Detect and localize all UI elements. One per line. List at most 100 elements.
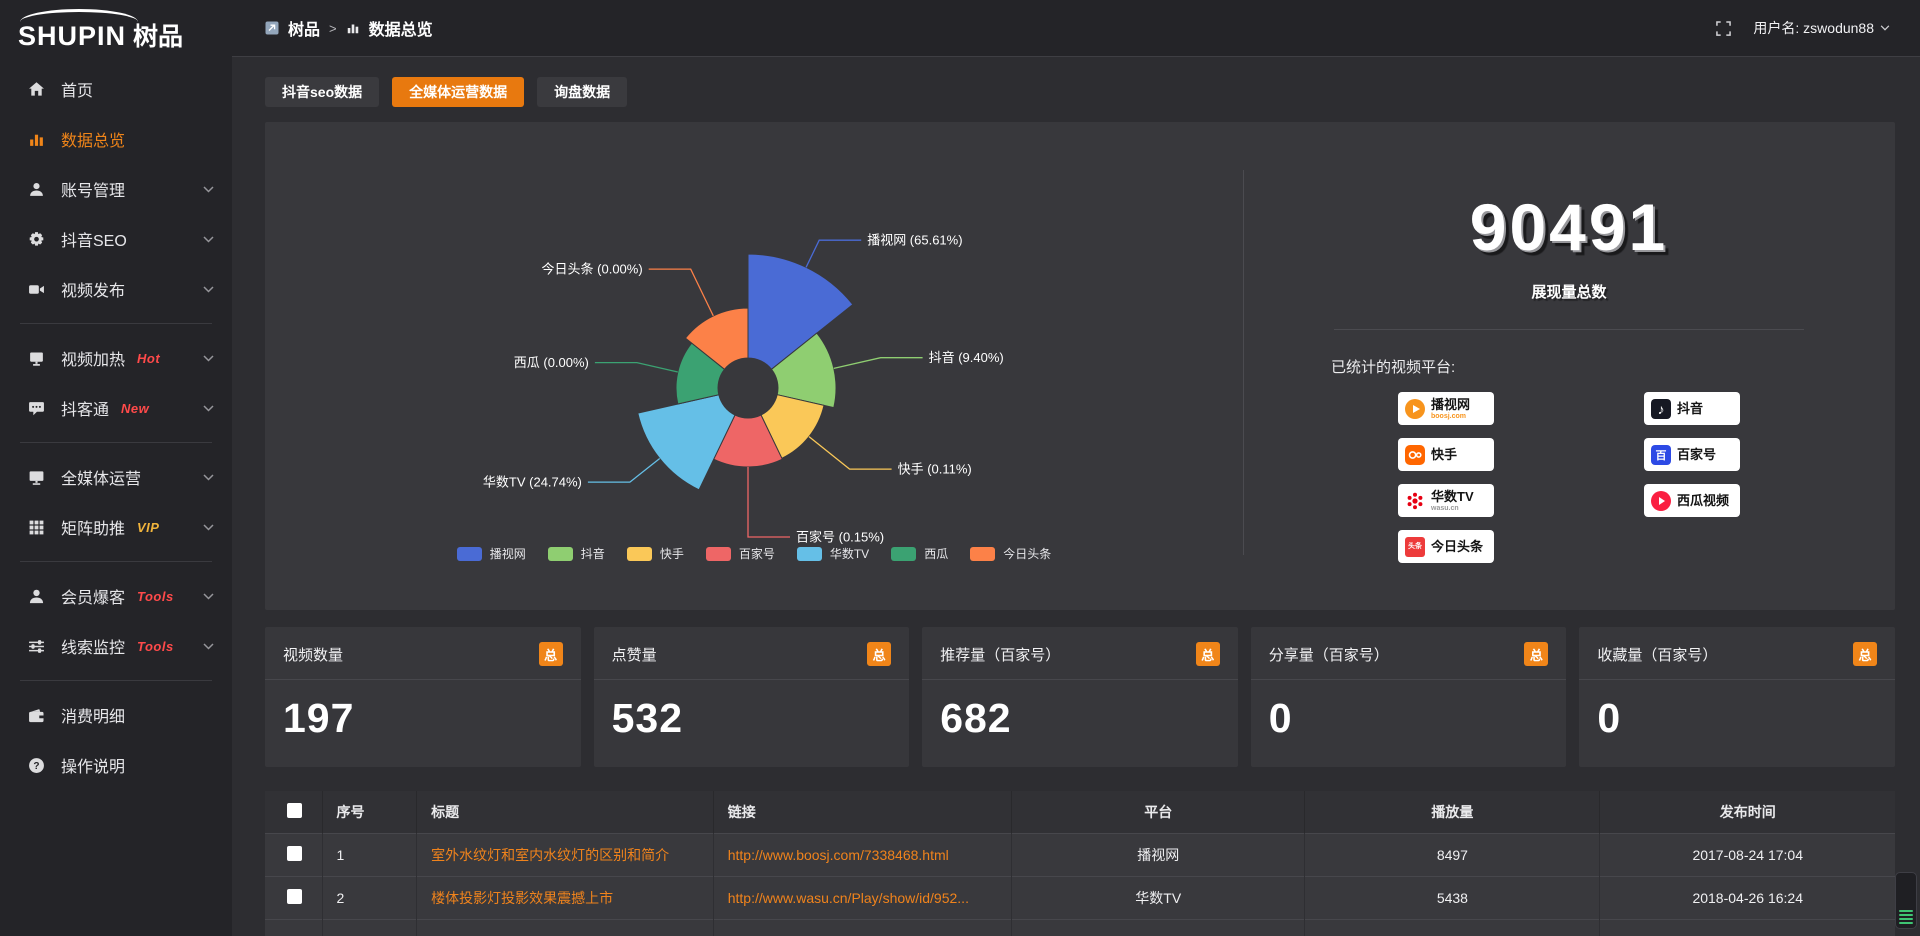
tab-1[interactable]: 全媒体运营数据 bbox=[392, 77, 524, 107]
floating-side-widget[interactable] bbox=[1895, 872, 1917, 929]
sidebar-divider bbox=[20, 561, 212, 562]
breadcrumb: 树品 > 数据总览 bbox=[265, 16, 433, 40]
video-url-link[interactable]: http://www.wasu.cn/Play/show/id/952... bbox=[728, 890, 969, 906]
pie-label: 百家号 (0.15%) bbox=[796, 530, 884, 545]
sidebar-item-home[interactable]: 首页 bbox=[0, 64, 232, 114]
sidebar-item-badge: New bbox=[121, 401, 149, 416]
platform-name: 华数TV bbox=[1431, 490, 1474, 503]
legend-item-百家号[interactable]: 百家号 bbox=[706, 545, 775, 562]
cell-plays: 8497 bbox=[1305, 833, 1600, 876]
sidebar-item-overview[interactable]: 数据总览 bbox=[0, 114, 232, 164]
breadcrumb-root[interactable]: 树品 bbox=[288, 16, 320, 40]
legend-item-今日头条[interactable]: 今日头条 bbox=[970, 545, 1051, 562]
sidebar-item-label: 操作说明 bbox=[61, 753, 125, 777]
platform-badge-播视网: 播视网boosj.com bbox=[1398, 392, 1494, 425]
sidebar-item-guide[interactable]: ? 操作说明 bbox=[0, 740, 232, 790]
platform-kuaishou-icon bbox=[1405, 445, 1425, 465]
stat-card-header: 推荐量（百家号）总 bbox=[922, 627, 1238, 680]
table-header-3: 平台 bbox=[1012, 791, 1305, 833]
sidebar-item-badge: Tools bbox=[137, 589, 174, 604]
cell-link: http://www.boosj.com/7338468.html bbox=[713, 833, 1011, 876]
cell-empty bbox=[1305, 919, 1600, 936]
chevron-down-icon bbox=[203, 524, 214, 531]
user-menu[interactable]: 用户名: zswodun88 bbox=[1753, 18, 1890, 38]
cell-platform: 华数TV bbox=[1012, 876, 1305, 919]
platform-badge-快手: 快手 bbox=[1398, 438, 1494, 471]
sidebar-item-clue[interactable]: 线索监控 Tools bbox=[0, 621, 232, 671]
pie-label-line bbox=[588, 459, 660, 483]
stat-card-header: 视频数量总 bbox=[265, 627, 581, 680]
sidebar-item-publish[interactable]: 视频发布 bbox=[0, 264, 232, 314]
tab-2[interactable]: 询盘数据 bbox=[537, 77, 627, 107]
platform-name-wrap: 快手 bbox=[1431, 448, 1457, 461]
sidebar-item-heat[interactable]: 视频加热Hot bbox=[0, 333, 232, 383]
tab-0[interactable]: 抖音seo数据 bbox=[265, 77, 379, 107]
sidebar-divider bbox=[20, 680, 212, 681]
sidebar-item-label: 会员爆客 bbox=[61, 584, 125, 608]
chevron-down-icon bbox=[203, 474, 214, 481]
breadcrumb-current: 数据总览 bbox=[369, 16, 433, 40]
legend-item-西瓜[interactable]: 西瓜 bbox=[891, 545, 948, 562]
sidebar-item-badge: Tools bbox=[137, 639, 174, 654]
chart-icon bbox=[27, 130, 46, 149]
checkbox[interactable] bbox=[287, 889, 302, 904]
breadcrumb-root-icon bbox=[265, 21, 279, 35]
cell-empty bbox=[265, 919, 322, 936]
home-icon bbox=[27, 80, 46, 99]
platform-name: 西瓜视频 bbox=[1677, 494, 1729, 507]
table-row-partial bbox=[265, 919, 1895, 936]
table-row: 1室外水纹灯和室内水纹灯的区别和简介http://www.boosj.com/7… bbox=[265, 833, 1895, 876]
pie-label: 华数TV (24.74%) bbox=[483, 475, 582, 490]
sliders-icon bbox=[27, 637, 46, 656]
legend-item-快手[interactable]: 快手 bbox=[627, 545, 684, 562]
sidebar-item-label: 抖客通 bbox=[61, 396, 109, 420]
sidebar-item-account[interactable]: 账号管理 bbox=[0, 164, 232, 214]
total-badge: 总 bbox=[867, 642, 891, 666]
stat-card-title: 点赞量 bbox=[612, 644, 657, 665]
checkbox[interactable] bbox=[287, 846, 302, 861]
video-title-link[interactable]: 楼体投影灯投影效果震撼上市 bbox=[431, 890, 613, 906]
cell-platform: 播视网 bbox=[1012, 833, 1305, 876]
checkbox[interactable] bbox=[287, 803, 302, 818]
chevron-down-icon bbox=[203, 593, 214, 600]
impressions-summary: 90491 展现量总数 已统计的视频平台: 播视网boosj.com快手华数TV… bbox=[1243, 122, 1895, 610]
sidebar-item-label: 抖音SEO bbox=[61, 227, 127, 251]
pie-label-line bbox=[748, 467, 790, 537]
breadcrumb-separator: > bbox=[329, 21, 337, 36]
main-content: 抖音seo数据全媒体运营数据询盘数据 播视网 (65.61%)抖音 (9.40%… bbox=[232, 57, 1920, 936]
sidebar-item-member[interactable]: 会员爆客 Tools bbox=[0, 571, 232, 621]
stat-card-title: 推荐量（百家号） bbox=[940, 644, 1060, 665]
sidebar-item-expense[interactable]: 消费明细 bbox=[0, 690, 232, 740]
logo: SHUPIN 树品 bbox=[0, 0, 232, 50]
stat-card-4: 收藏量（百家号）总0 bbox=[1579, 627, 1895, 767]
sidebar-item-matrix[interactable]: 矩阵助推VIP bbox=[0, 502, 232, 552]
sidebar-item-seo[interactable]: 抖音SEO bbox=[0, 214, 232, 264]
sidebar-item-label: 线索监控 bbox=[61, 634, 125, 658]
total-badge: 总 bbox=[1853, 642, 1877, 666]
sidebar-item-douketong[interactable]: 抖客通 New bbox=[0, 383, 232, 433]
legend-swatch bbox=[457, 547, 482, 561]
video-title-link[interactable]: 室外水纹灯和室内水纹灯的区别和简介 bbox=[431, 847, 669, 863]
logo-text-cn: 树品 bbox=[133, 25, 183, 50]
cell-empty bbox=[322, 919, 417, 936]
platform-name: 快手 bbox=[1431, 448, 1457, 461]
pie-label: 快手 (0.11%) bbox=[898, 462, 972, 477]
platform-grid: 播视网boosj.com快手华数TVwasu.cn头条今日头条♪抖音百百家号西瓜… bbox=[1243, 392, 1895, 563]
platform-badge-百家号: 百百家号 bbox=[1644, 438, 1740, 471]
legend-label: 西瓜 bbox=[924, 545, 948, 562]
username-label: 用户名: zswodun88 bbox=[1753, 18, 1874, 38]
legend-item-抖音[interactable]: 抖音 bbox=[548, 545, 605, 562]
fullscreen-icon[interactable] bbox=[1716, 21, 1731, 36]
sidebar-menu: 首页数据总览账号管理抖音SEO 视频发布视频加热Hot 抖客通 New 全媒体运营矩阵助… bbox=[0, 64, 232, 790]
legend-item-播视网[interactable]: 播视网 bbox=[457, 545, 526, 562]
pie-slice-华数TV[interactable] bbox=[638, 395, 735, 490]
video-url-link[interactable]: http://www.boosj.com/7338468.html bbox=[728, 847, 949, 863]
sidebar-divider bbox=[20, 323, 212, 324]
platform-subtext: wasu.cn bbox=[1431, 505, 1459, 512]
platform-badge-华数TV: 华数TV wasu.cn bbox=[1398, 484, 1494, 517]
sidebar-item-media[interactable]: 全媒体运营 bbox=[0, 452, 232, 502]
platform-subtext: boosj.com bbox=[1431, 413, 1466, 420]
pie-label: 抖音 (9.40%) bbox=[929, 350, 1004, 365]
svg-text:?: ? bbox=[33, 761, 39, 772]
legend-item-华数TV[interactable]: 华数TV bbox=[797, 545, 869, 562]
